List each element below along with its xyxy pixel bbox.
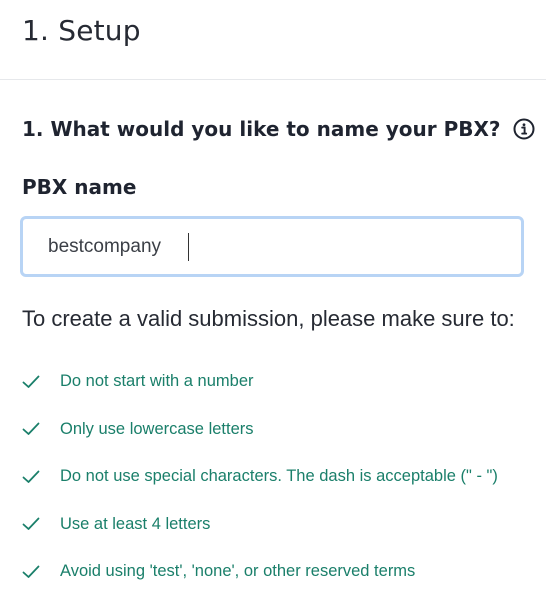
rule-text: Only use lowercase letters <box>60 419 254 438</box>
rules-heading: To create a valid submission, please mak… <box>22 306 515 331</box>
rule-item: Do not use special characters. The dash … <box>22 453 498 501</box>
question-text: 1. What would you like to name your PBX? <box>22 117 501 141</box>
rule-item: Avoid using 'test', 'none', or other res… <box>22 548 498 596</box>
check-icon <box>22 422 40 436</box>
rule-text: Do not start with a number <box>60 372 254 391</box>
rule-item: Use at least 4 letters <box>22 501 498 549</box>
pbx-name-input[interactable] <box>23 219 521 274</box>
check-icon <box>22 565 40 578</box>
rule-text: Do not use special characters. The dash … <box>60 467 498 486</box>
pbx-name-input-wrapper <box>20 216 524 277</box>
rule-item: Only use lowercase letters <box>22 406 498 454</box>
check-icon <box>22 517 40 531</box>
check-icon <box>22 470 40 483</box>
info-icon[interactable] <box>513 118 535 140</box>
pbx-name-label: PBX name <box>22 175 137 199</box>
text-caret <box>188 233 189 261</box>
rule-item: Do not start with a number <box>22 358 498 406</box>
rules-list: Do not start with a number Only use lowe… <box>22 358 498 596</box>
section-title: 1. Setup <box>22 14 141 47</box>
question-row: 1. What would you like to name your PBX? <box>22 117 535 141</box>
check-icon <box>22 375 40 388</box>
rule-text: Use at least 4 letters <box>60 514 211 533</box>
rule-text: Avoid using 'test', 'none', or other res… <box>60 562 416 581</box>
page-header: 1. Setup <box>0 0 546 80</box>
